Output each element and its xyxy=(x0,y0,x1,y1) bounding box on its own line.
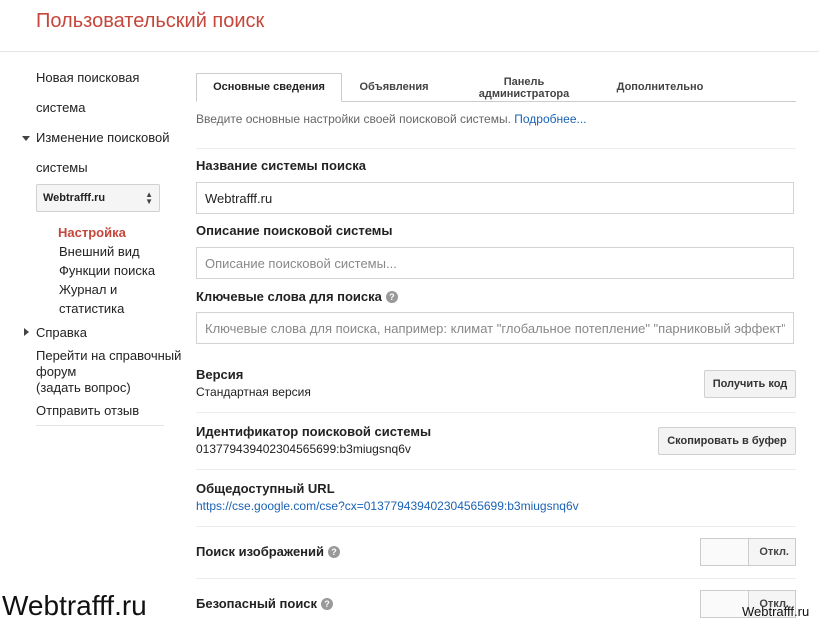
public-url-link[interactable]: https://cse.google.com/cse?cx=0137794394… xyxy=(196,499,579,513)
tab-admin-line2: администратора xyxy=(478,88,570,100)
header-divider xyxy=(0,51,819,52)
engine-select-value: Webtrafff.ru xyxy=(43,192,106,204)
sidebar-item-setup[interactable]: Настройка xyxy=(58,225,126,240)
watermark: Webtrafff.ru xyxy=(2,590,147,621)
help-icon[interactable]: ? xyxy=(385,291,398,303)
expand-down-icon[interactable] xyxy=(22,136,30,141)
sidebar-item-stats-cont[interactable]: статистика xyxy=(59,301,124,316)
sidebar-item-search-features[interactable]: Функции поиска xyxy=(59,263,155,278)
divider xyxy=(196,578,796,579)
new-engine-link[interactable]: Новая поисковая xyxy=(36,70,139,85)
help-icon[interactable]: ? xyxy=(328,546,341,558)
forum-link[interactable]: Перейти на справочный xyxy=(36,348,181,363)
engine-name-label: Название системы поиска xyxy=(196,158,366,173)
select-arrows-icon: ▲ ▼ xyxy=(145,190,153,206)
new-engine-link-cont[interactable]: система xyxy=(36,100,85,115)
toggle-knob xyxy=(701,539,749,565)
tab-ads[interactable]: Объявления xyxy=(342,73,446,102)
divider xyxy=(196,412,796,413)
feedback-link[interactable]: Отправить отзыв xyxy=(36,403,139,418)
forum-link-question[interactable]: (задать вопрос) xyxy=(36,380,131,395)
safe-search-label-text: Безопасный поиск xyxy=(196,596,318,611)
app-title: Пользовательский поиск xyxy=(36,10,265,32)
help-link[interactable]: Справка xyxy=(36,325,87,340)
engine-id-value: 013779439402304565699:b3miugsnq6v xyxy=(196,442,411,456)
engine-id-label: Идентификатор поисковой системы xyxy=(196,424,432,439)
help-icon[interactable]: ? xyxy=(321,598,334,610)
learn-more-link[interactable]: Подробнее... xyxy=(514,112,586,126)
edit-engine-link-cont[interactable]: системы xyxy=(36,160,88,175)
edit-engine-link[interactable]: Изменение поисковой xyxy=(36,130,170,145)
image-search-toggle[interactable]: Откл. xyxy=(700,538,796,566)
divider xyxy=(196,148,796,149)
safe-search-label: Безопасный поиск? xyxy=(196,596,334,611)
divider xyxy=(196,469,796,470)
keywords-label: Ключевые слова для поиска? xyxy=(196,289,398,304)
watermark-small: Webtrafff.ru xyxy=(742,604,810,619)
toggle-state: Откл. xyxy=(759,546,789,558)
sidebar-divider xyxy=(36,425,164,426)
public-url-label: Общедоступный URL xyxy=(196,481,335,496)
tab-admin-line1: Панель xyxy=(503,76,545,88)
sidebar-item-appearance[interactable]: Внешний вид xyxy=(59,244,140,259)
intro-text: Введите основные настройки своей поисков… xyxy=(196,112,587,126)
get-code-button[interactable]: Получить код xyxy=(704,370,796,398)
tab-admin[interactable]: Панель администратора xyxy=(460,73,588,102)
image-search-label: Поиск изображений? xyxy=(196,544,341,559)
intro-text-body: Введите основные настройки своей поисков… xyxy=(196,112,515,126)
engine-select[interactable]: Webtrafff.ru ▲ ▼ xyxy=(36,184,160,212)
tab-advanced[interactable]: Дополнительно xyxy=(600,73,720,102)
version-value: Стандартная версия xyxy=(196,385,311,399)
description-label: Описание поисковой системы xyxy=(196,223,393,238)
keywords-input[interactable] xyxy=(196,312,794,344)
version-label: Версия xyxy=(196,367,244,382)
image-search-label-text: Поиск изображений xyxy=(196,544,325,559)
tab-basics[interactable]: Основные сведения xyxy=(196,73,342,102)
description-input[interactable] xyxy=(196,247,794,279)
copy-to-clipboard-button[interactable]: Скопировать в буфер xyxy=(658,427,796,455)
sidebar-item-stats[interactable]: Журнал и xyxy=(59,282,117,297)
divider xyxy=(196,526,796,527)
expand-right-icon[interactable] xyxy=(24,328,29,336)
engine-name-input[interactable] xyxy=(196,182,794,214)
forum-link-cont[interactable]: форум xyxy=(36,364,76,379)
keywords-label-text: Ключевые слова для поиска xyxy=(196,289,382,304)
